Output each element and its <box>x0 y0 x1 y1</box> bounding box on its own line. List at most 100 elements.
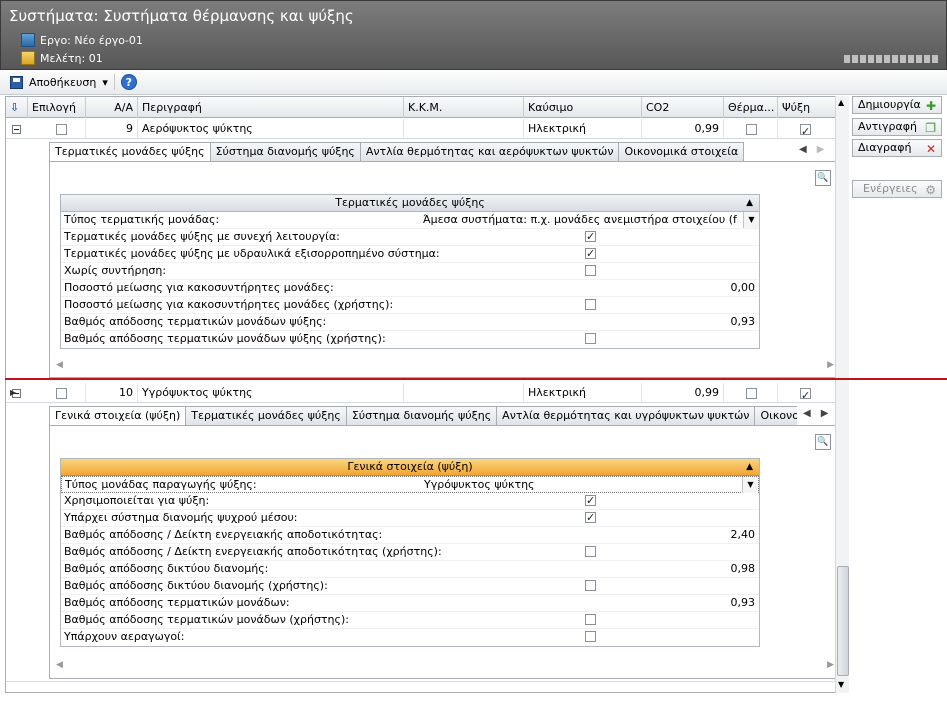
tab-scroll-right-icon[interactable]: ▶ <box>817 144 825 155</box>
property-row[interactable]: Βαθμός απόδοσης τερματικών μονάδων: 0,93 <box>61 595 759 612</box>
copy-button[interactable]: Αντιγραφή ❐ <box>852 118 942 136</box>
property-row[interactable]: Υπάρχουν αεραγωγοί: <box>61 629 759 646</box>
row-select-checkbox[interactable] <box>56 387 67 399</box>
create-button[interactable]: Δημιουργία ✚ <box>852 96 942 114</box>
collapse-icon[interactable] <box>12 124 21 134</box>
property-label: Βαθμός απόδοσης τερματικών μονάδων: <box>64 596 290 609</box>
col-header-heating[interactable]: Θέρμα... <box>724 97 778 118</box>
property-checkbox[interactable] <box>585 631 596 642</box>
scroll-left-icon[interactable]: ◀ <box>56 360 63 370</box>
property-row[interactable]: Τύπος μονάδας παραγωγής ψύξης: Υγρόψυκτο… <box>61 476 759 493</box>
col-header-description[interactable]: Περιγραφή <box>138 97 404 118</box>
scroll-right-icon[interactable]: ▶ <box>827 360 834 370</box>
row-cooling-cell[interactable] <box>778 383 836 402</box>
col-header-co2[interactable]: CO2 <box>642 97 724 118</box>
property-number[interactable]: 0,00 <box>731 280 756 296</box>
tab-scroll-left-icon[interactable]: ◀ <box>803 408 811 419</box>
col-header-fuel[interactable]: Καύσιμο <box>524 97 642 118</box>
collapse-section-icon[interactable]: ▲ <box>746 459 753 475</box>
property-checkbox[interactable] <box>585 546 596 557</box>
row-heating-checkbox[interactable] <box>746 387 757 399</box>
property-row[interactable]: Βαθμός απόδοσης / Δείκτη ενεργειακής απο… <box>61 527 759 544</box>
property-row[interactable]: Βαθμός απόδοσης / Δείκτη ενεργειακής απο… <box>61 544 759 561</box>
delete-button[interactable]: Διαγραφή ✕ <box>852 139 942 157</box>
property-number[interactable]: 0,93 <box>731 314 756 330</box>
zoom-icon[interactable]: 🔍 <box>815 170 831 186</box>
row-cooling-checkbox[interactable] <box>800 122 811 138</box>
dropdown-arrow-icon[interactable]: ▼ <box>742 477 758 493</box>
property-row[interactable]: Τερματικές μονάδες ψύξης με συνεχή λειτο… <box>61 229 759 246</box>
property-row[interactable]: Χωρίς συντήρηση: <box>61 263 759 280</box>
property-checkbox[interactable] <box>585 580 596 591</box>
tab-terminal-units[interactable]: Τερματικές μονάδες ψύξης <box>49 142 211 162</box>
property-value[interactable]: Υγρόψυκτος ψύκτης <box>424 477 738 493</box>
property-row[interactable]: Τύπος τερματικής μονάδας: Άμεσα συστήματ… <box>61 212 759 229</box>
table-row[interactable]: 9 Αερόψυκτος ψύκτης Ηλεκτρική 0,99 <box>6 119 836 139</box>
row-heating-checkbox[interactable] <box>746 123 757 135</box>
scroll-down-icon[interactable]: ▼ <box>838 680 844 689</box>
property-row[interactable]: Υπάρχει σύστημα διανομής ψυχρού μέσου: <box>61 510 759 527</box>
col-header-kkm[interactable]: Κ.Κ.Μ. <box>404 97 524 118</box>
property-number[interactable]: 0,93 <box>731 595 756 611</box>
zoom-icon[interactable]: 🔍 <box>815 434 831 450</box>
scroll-up-icon[interactable]: ▲ <box>838 98 844 107</box>
property-checkbox[interactable] <box>585 229 596 245</box>
tab-economics[interactable]: Οικονομικά σ <box>755 406 797 426</box>
systems-grid: ⇩ Επιλογή Α/Α Περιγραφή Κ.Κ.Μ. Καύσιμο C… <box>5 96 837 693</box>
tab-heat-pump[interactable]: Αντλία θερμότητας και αερόψυκτων ψυκτών <box>360 142 620 162</box>
scroll-thumb[interactable] <box>837 566 849 676</box>
sort-icon[interactable]: ⇩ <box>6 97 28 118</box>
tab-heat-pump[interactable]: Αντλία θερμότητας και υγρόψυκτων ψυκτών <box>497 406 756 426</box>
col-header-aa[interactable]: Α/Α <box>86 97 138 118</box>
property-checkbox[interactable] <box>585 614 596 625</box>
tab-scroll-left-icon[interactable]: ◀ <box>799 144 807 155</box>
save-icon[interactable] <box>10 75 23 89</box>
property-checkbox[interactable] <box>585 510 596 526</box>
property-number[interactable]: 0,98 <box>731 561 756 577</box>
horizontal-scrollbar[interactable]: ◀ ▶ <box>56 360 834 374</box>
tab-terminal-units[interactable]: Τερματικές μονάδες ψύξης <box>186 406 347 426</box>
save-dropdown-icon[interactable]: ▾ <box>102 76 108 89</box>
scroll-right-icon[interactable]: ▶ <box>827 660 834 670</box>
collapse-section-icon[interactable]: ▲ <box>746 195 753 211</box>
property-row[interactable]: Ποσοστό μείωσης για κακοσυντήρητες μονάδ… <box>61 297 759 314</box>
row-heating-cell[interactable] <box>724 383 778 402</box>
tab-economics[interactable]: Οικονομικά στοιχεία <box>619 142 745 162</box>
save-button[interactable]: Αποθήκευση <box>29 76 96 89</box>
row-select-cell[interactable] <box>28 119 86 138</box>
tab-general[interactable]: Γενικά στοιχεία (ψύξη) <box>49 406 187 426</box>
row-select-checkbox[interactable] <box>56 123 67 135</box>
row-heating-cell[interactable] <box>724 119 778 138</box>
scroll-left-icon[interactable]: ◀ <box>56 660 63 670</box>
property-checkbox[interactable] <box>585 333 596 344</box>
property-row[interactable]: Βαθμός απόδοσης δικτύου διανομής: 0,98 <box>61 561 759 578</box>
dropdown-arrow-icon[interactable]: ▼ <box>743 212 759 228</box>
property-row[interactable]: Βαθμός απόδοσης τερματικών μονάδων ψύξης… <box>61 331 759 348</box>
property-row[interactable]: Βαθμός απόδοσης δικτύου διανομής (χρήστη… <box>61 578 759 595</box>
actions-button[interactable]: Ενέργειες ⚙ <box>852 180 942 198</box>
property-checkbox[interactable] <box>585 246 596 262</box>
help-icon[interactable]: ? <box>120 74 137 90</box>
row-select-cell[interactable] <box>28 383 86 402</box>
property-row[interactable]: Βαθμός απόδοσης τερματικών μονάδων (χρήσ… <box>61 612 759 629</box>
property-row[interactable]: Χρησιμοποιείται για ψύξη: <box>61 493 759 510</box>
vertical-scrollbar[interactable]: ▲ ▼ <box>835 96 849 693</box>
property-row[interactable]: Ποσοστό μείωσης για κακοσυντήρητες μονάδ… <box>61 280 759 297</box>
tab-distribution[interactable]: Σύστημα διανομής ψύξης <box>210 142 361 162</box>
property-checkbox[interactable] <box>585 299 596 310</box>
property-checkbox[interactable] <box>585 265 596 276</box>
property-checkbox[interactable] <box>585 493 596 509</box>
property-number[interactable]: 2,40 <box>731 527 756 543</box>
row-cooling-cell[interactable] <box>778 119 836 138</box>
tab-distribution[interactable]: Σύστημα διανομής ψύξης <box>346 406 498 426</box>
tab-scroll-right-icon[interactable]: ▶ <box>821 408 829 419</box>
col-header-cooling[interactable]: Ψύξη <box>778 97 836 118</box>
row-expander[interactable] <box>6 119 28 138</box>
row-cooling-checkbox[interactable] <box>800 386 811 402</box>
property-row[interactable]: Τερματικές μονάδες ψύξης με υδραυλικά εξ… <box>61 246 759 263</box>
property-value[interactable]: Άμεσα συστήματα: π.χ. μονάδες ανεμιστήρα… <box>423 212 737 228</box>
table-row[interactable]: 10 Υγρόψυκτος ψύκτης Ηλεκτρική 0,99 <box>6 383 836 403</box>
col-header-select[interactable]: Επιλογή <box>28 97 86 118</box>
property-row[interactable]: Βαθμός απόδοσης τερματικών μονάδων ψύξης… <box>61 314 759 331</box>
horizontal-scrollbar[interactable]: ◀ ▶ <box>56 660 834 674</box>
